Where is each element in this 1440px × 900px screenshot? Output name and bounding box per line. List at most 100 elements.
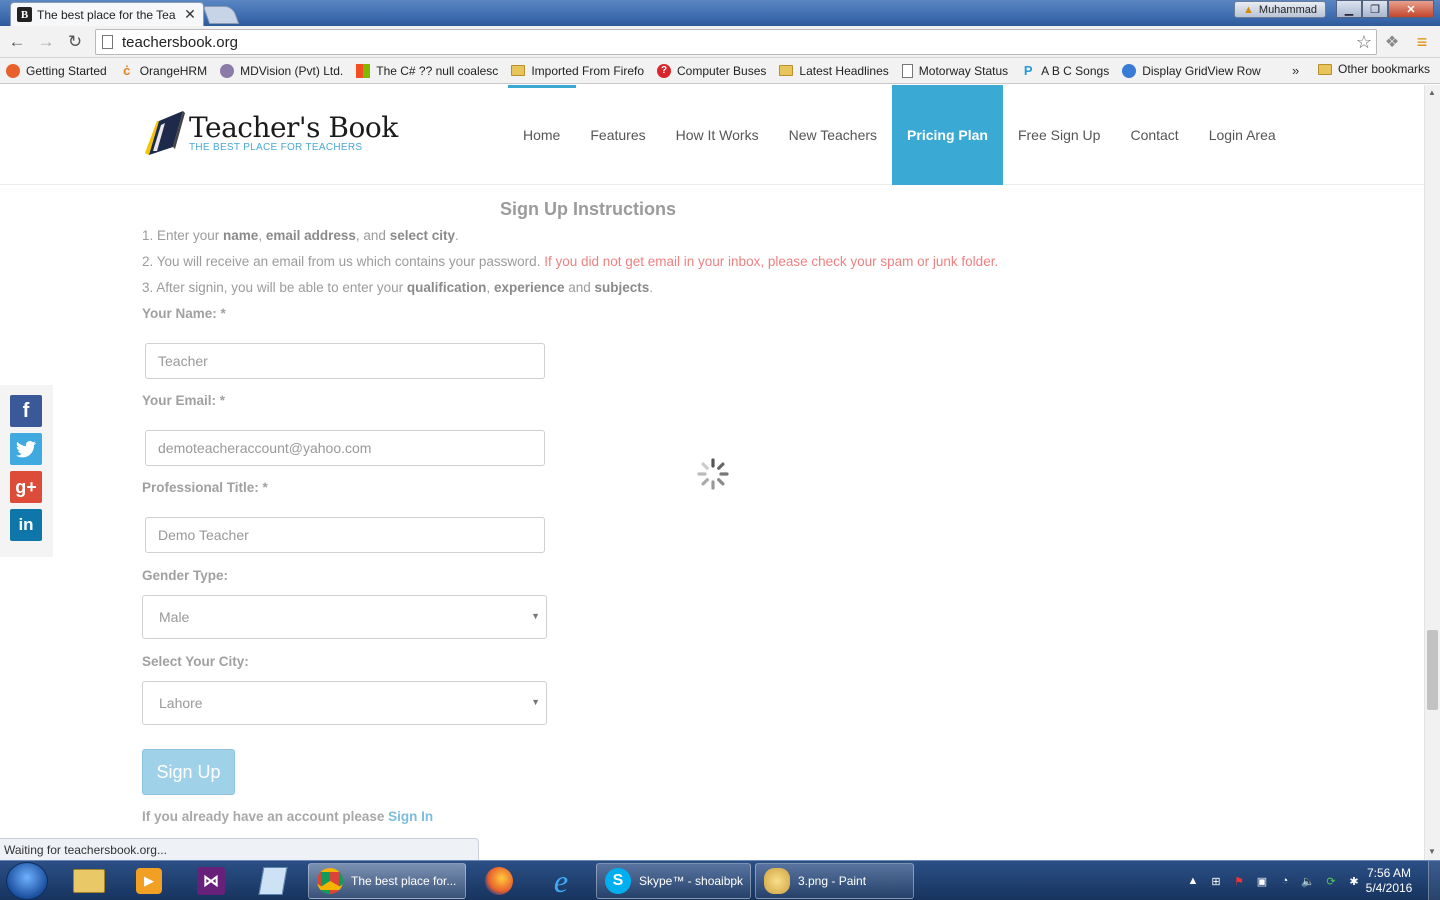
bookmark-label: Computer Buses [677,63,767,78]
menu-free-sign-up[interactable]: Free Sign Up [1003,85,1115,185]
new-tab-button[interactable] [202,6,240,24]
skype-icon: S [605,868,631,894]
scroll-thumb[interactable] [1427,630,1438,710]
facebook-icon[interactable]: f [10,395,42,427]
gender-value: Male [159,609,190,625]
social-share-bar: f g+ in [0,385,53,557]
city-value: Lahore [159,695,203,711]
start-button[interactable] [6,862,48,900]
taskbar-skype-window[interactable]: S Skype™ - shoaibpk [596,863,751,899]
page-icon [102,35,113,49]
task-label: 3.png - Paint [798,874,867,888]
bookmark-folder[interactable]: Latest Headlines [779,63,889,78]
system-clock[interactable]: 7:56 AM 5/4/2016 [1356,866,1422,896]
dropbox-icon[interactable]: ❖ [1381,32,1403,52]
scroll-up-icon[interactable]: ▲ [1428,88,1436,97]
professional-title-field[interactable] [145,517,545,553]
visual-studio-icon[interactable]: ⋈ [184,863,238,899]
instructions-title: Sign Up Instructions [500,199,677,219]
bookmarks-overflow-icon[interactable]: » [1292,63,1299,78]
menu-login-area[interactable]: Login Area [1194,85,1291,185]
bookmark-item[interactable]: ? Computer Buses [657,63,767,78]
url-input[interactable] [122,33,1352,51]
volume-icon[interactable]: 🔈 [1301,874,1315,888]
linkedin-icon[interactable]: in [10,509,42,541]
email-field[interactable] [145,430,545,466]
menu-new-teachers[interactable]: New Teachers [774,85,892,185]
clipboard-icon[interactable]: ▣ [1255,874,1269,888]
sign-up-button[interactable]: Sign Up [142,749,235,795]
windows-flag-icon[interactable]: ⊞ [1209,874,1223,888]
bookmark-label: Latest Headlines [799,63,889,78]
menu-how-it-works[interactable]: How It Works [661,85,774,185]
taskbar-paint-window[interactable]: 3.png - Paint [755,863,914,899]
page-scrollbar[interactable]: ▲ ▼ [1424,85,1440,860]
bookmark-folder[interactable]: Imported From Firefo [511,64,644,78]
media-player-icon[interactable]: ▶ [122,863,176,899]
close-window-button[interactable]: ✕ [1388,0,1434,18]
bookmark-item[interactable]: ċ OrangeHRM [120,63,208,78]
name-field[interactable] [145,343,545,379]
sync-icon[interactable]: ⟳ [1324,874,1338,888]
forward-arrow-icon[interactable]: → [35,31,57,53]
back-arrow-icon[interactable]: ← [6,31,28,53]
notepad-icon[interactable] [246,863,300,899]
asp-icon [1122,63,1137,78]
twitter-icon[interactable] [10,433,42,465]
gender-select[interactable]: Male ▼ [142,595,547,639]
city-select[interactable]: Lahore ▼ [142,681,547,725]
firefox-icon[interactable] [472,863,526,899]
menu-pricing-plan[interactable]: Pricing Plan [892,85,1003,185]
menu-features[interactable]: Features [575,85,660,185]
explorer-icon[interactable] [62,863,116,899]
address-bar[interactable]: ☆ [95,29,1377,55]
windows-taskbar: ▶ ⋈ The best place for... e S Skype™ - s… [0,860,1440,900]
bookmark-item[interactable]: The C# ?? null coalesc [356,63,498,78]
scroll-down-icon[interactable]: ▼ [1428,847,1436,856]
main-menu: Home Features How It Works New Teachers … [508,85,1291,185]
bookmarks-bar: Getting Started ċ OrangeHRM MDVision (Pv… [0,58,1440,84]
taskbar-chrome-window[interactable]: The best place for... [308,863,466,899]
restore-button[interactable]: ❐ [1362,0,1388,18]
internet-explorer-icon[interactable]: e [534,863,588,899]
bookmark-item[interactable]: Motorway Status [901,63,1009,78]
loading-spinner-icon [697,458,729,490]
minimize-button[interactable]: ▁ [1336,0,1362,18]
dropdown-caret-icon: ▼ [531,697,540,707]
site-logo[interactable]: Teacher's Book THE BEST PLACE FOR TEACHE… [143,107,398,159]
logo-name: Teacher's Book [189,111,398,144]
show-desktop-button[interactable] [1428,861,1440,900]
email-label: Your Email: * [142,393,226,408]
site-header: Teacher's Book THE BEST PLACE FOR TEACHE… [0,85,1424,185]
bookmark-label: Getting Started [26,63,107,78]
browser-tab[interactable]: B The best place for the Tea ✕ [10,2,204,26]
bookmark-label: Motorway Status [918,63,1009,78]
menu-home[interactable]: Home [508,85,575,185]
sign-in-link[interactable]: Sign In [388,809,433,824]
bookmark-label: OrangeHRM [139,63,208,78]
google-plus-icon[interactable]: g+ [10,471,42,503]
action-center-icon[interactable]: ⚑ [1232,874,1246,888]
other-bookmarks[interactable]: Other bookmarks [1318,62,1430,76]
gender-label: Gender Type: [142,568,229,583]
city-label: Select Your City: [142,654,249,669]
title-label: Professional Title: * [142,480,268,495]
status-bubble: Waiting for teachersbook.org... [0,838,479,860]
menu-icon[interactable]: ≡ [1411,32,1433,52]
tab-title: The best place for the Tea [37,7,176,22]
network-icon[interactable]: ◔ [1278,874,1292,888]
chrome-icon [317,868,343,894]
task-label: The best place for... [351,874,457,888]
bookmark-item[interactable]: P A B C Songs [1021,63,1109,78]
menu-contact[interactable]: Contact [1115,85,1193,185]
bookmark-item[interactable]: Display GridView Row [1122,63,1261,78]
bookmark-item[interactable]: MDVision (Pvt) Ltd. [220,63,343,78]
bookmark-star-icon[interactable]: ☆ [1352,32,1376,53]
tab-close-icon[interactable]: ✕ [183,6,197,23]
instruction-step-1: 1. Enter your name, email address, and s… [142,228,459,243]
paint-icon [764,868,790,894]
profile-button[interactable]: ▲ Muhammad [1234,1,1326,18]
reload-icon[interactable]: ↻ [64,31,86,53]
bookmark-item[interactable]: Getting Started [6,63,107,78]
show-hidden-icons-icon[interactable]: ▲ [1186,874,1200,888]
